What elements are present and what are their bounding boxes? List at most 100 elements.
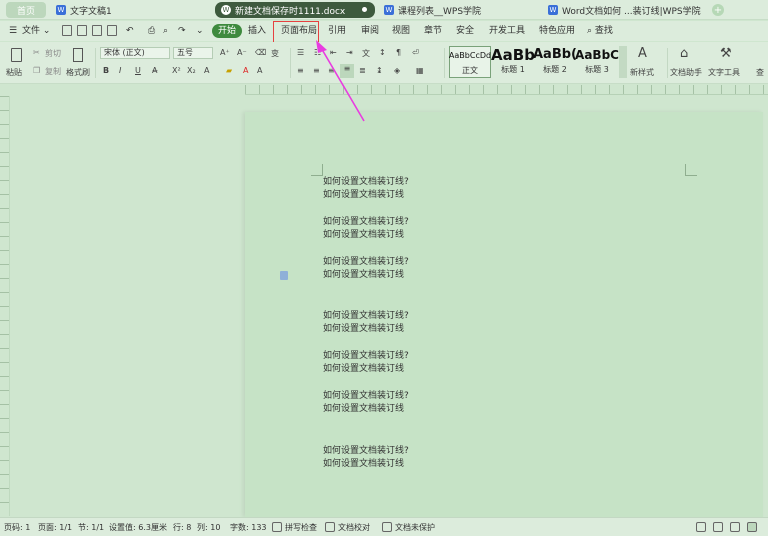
style-heading-1[interactable]: AaBb 标题 1 [491,46,535,78]
edit-mode-icon[interactable] [730,522,740,532]
find-menu[interactable]: ⌕ 查找 [587,24,613,38]
spell-check-button[interactable]: 拼写检查 [285,522,317,533]
phonetic-icon[interactable]: 变 [271,48,279,59]
document-protection-status[interactable]: 文档未保护 [395,522,435,533]
proofread-icon [325,522,335,532]
menu-tab-view[interactable]: 视图 [392,24,410,38]
italic-button[interactable]: I [119,66,121,75]
sort-icon[interactable]: ↕ [379,48,386,57]
tab-document-1[interactable]: W 文字文稿1 [56,2,112,18]
view-mode-icon[interactable] [696,522,706,532]
bullet-list-icon[interactable]: ☰ [297,48,304,57]
copy-button[interactable]: ❐ 复制 [33,66,63,77]
grow-font-icon[interactable]: A⁺ [220,48,230,57]
menu-tab-insert[interactable]: 插入 [248,24,266,38]
menu-tab-developer[interactable]: 开发工具 [489,24,525,38]
document-page[interactable]: 如何设置文档装订线? 如何设置文档装订线 如何设置文档装订线? 如何设置文档装订线 … [245,112,763,517]
new-doc-icon[interactable] [62,25,72,36]
tab-course-list[interactable]: W 课程列表__WPS学院 [384,2,481,18]
hamburger-icon[interactable]: ☰ [9,24,17,38]
menu-tab-chapter[interactable]: 章节 [424,24,442,38]
subscript-icon[interactable]: X₂ [187,66,196,75]
style-heading-3[interactable]: AaBbC 标题 3 [575,46,619,78]
distributed-icon[interactable]: ≣ [359,66,366,75]
strikethrough-icon[interactable]: A̶ [152,66,157,75]
preview-icon[interactable]: ⌕ [163,24,168,38]
save-icon[interactable] [92,25,102,36]
clipboard-icon [11,48,22,62]
status-column[interactable]: 列: 10 [197,522,220,533]
reading-mode-icon[interactable] [713,522,723,532]
text-effect-icon[interactable]: A [204,66,209,75]
char-border-icon[interactable]: A [257,66,262,75]
increase-indent-icon[interactable]: ⇥ [346,48,353,57]
styles-scroll[interactable] [619,46,627,78]
new-tab-plus-icon[interactable]: + [712,4,724,16]
tab-active-document[interactable]: W 新建文档保存时1111.docx [215,2,375,18]
paragraph-handle-icon[interactable] [280,271,288,280]
undo-icon[interactable]: ↶ [126,24,134,38]
status-setting-value[interactable]: 设置值: 6.3厘米 [109,522,167,533]
status-page[interactable]: 页面: 1/1 [38,522,72,533]
open-folder-icon[interactable] [77,25,87,36]
underline-button[interactable]: U [135,66,141,75]
unsaved-dot-icon[interactable] [362,7,367,12]
paragraph-block[interactable]: 如何设置文档装订线? 如何设置文档装订线 [323,390,409,416]
status-word-count[interactable]: 字数: 133 [230,522,267,533]
align-left-icon[interactable]: ≡ [297,66,304,75]
shrink-font-icon[interactable]: A⁻ [237,48,247,57]
menu-tab-home[interactable]: 开始 [212,24,243,38]
paragraph-block[interactable]: 如何设置文档装订线? 如何设置文档装订线 [323,256,409,282]
page-view-icon[interactable] [747,522,757,532]
status-page-number[interactable]: 页码: 1 [4,522,30,533]
menu-tab-special[interactable]: 特色应用 [539,24,575,38]
shading-icon[interactable]: ◈ [394,66,400,75]
menu-tab-security[interactable]: 安全 [456,24,474,38]
line-spacing-icon[interactable]: ↨ [376,66,383,75]
menu-tab-review[interactable]: 审阅 [361,24,379,38]
style-heading-2[interactable]: AaBb( 标题 2 [533,46,577,78]
decrease-indent-icon[interactable]: ⇤ [330,48,337,57]
style-normal[interactable]: AaBbCcDd 正文 [449,46,491,78]
tab-word-article[interactable]: W Word文档如何 ...装订线|WPS学院 [548,2,701,18]
cut-button[interactable]: ✂ 剪切 [33,48,63,59]
bold-button[interactable]: B [103,66,109,75]
justify-icon[interactable]: ≡ [340,64,354,78]
export-pdf-icon[interactable] [107,25,117,36]
horizontal-ruler[interactable] [245,85,768,95]
paragraph-block[interactable]: 如何设置文档装订线? 如何设置文档装订线 [323,216,409,242]
menu-file[interactable]: 文件 ⌄ [22,24,50,38]
line-break-icon[interactable]: ⏎ [412,48,419,57]
status-row[interactable]: 行: 8 [173,522,191,533]
borders-icon[interactable]: ▦ [416,66,424,75]
highlight-color-icon[interactable]: ▰ [226,66,232,75]
doc-assistant-button[interactable]: ⌂ 文档助手 [670,46,706,80]
font-size-select[interactable]: 五号 [173,47,213,59]
proofread-button[interactable]: 文档校对 [338,522,370,533]
paragraph-block[interactable]: 如何设置文档装订线? 如何设置文档装订线 [323,310,409,336]
status-section[interactable]: 节: 1/1 [78,522,104,533]
font-color-icon[interactable]: A [243,66,248,75]
paragraph-block[interactable]: 如何设置文档装订线? 如何设置文档装订线 [323,176,409,202]
menu-tab-references[interactable]: 引用 [328,24,346,38]
redo-icon[interactable]: ↷ [178,24,186,38]
text-tools-button[interactable]: ⚒ 文字工具 [708,46,748,80]
new-style-button[interactable]: A 新样式 [630,46,664,80]
chinese-layout-icon[interactable]: 文 [362,48,370,59]
font-name-select[interactable]: 宋体 (正文) [100,47,170,59]
paste-button[interactable]: 粘贴 [6,46,28,80]
align-right-icon[interactable]: ≡ [328,66,335,75]
find-replace-button[interactable]: 查 [756,67,764,78]
print-icon[interactable]: ⎙ [148,24,155,38]
vertical-ruler[interactable] [0,96,10,516]
paragraph-block[interactable]: 如何设置文档装订线? 如何设置文档装订线 [323,445,409,471]
tab-home[interactable]: 首页 [6,2,46,18]
numbered-list-icon[interactable]: ☷ [314,48,321,57]
paragraph-block[interactable]: 如何设置文档装订线? 如何设置文档装订线 [323,350,409,376]
superscript-icon[interactable]: X² [172,66,181,75]
align-center-icon[interactable]: ≡ [313,66,320,75]
show-marks-icon[interactable]: ¶ [396,48,401,57]
more-chevron-icon[interactable]: ⌄ [196,24,204,38]
clear-format-icon[interactable]: ⌫ [255,48,266,57]
format-painter-button[interactable]: 格式刷 [66,46,92,80]
